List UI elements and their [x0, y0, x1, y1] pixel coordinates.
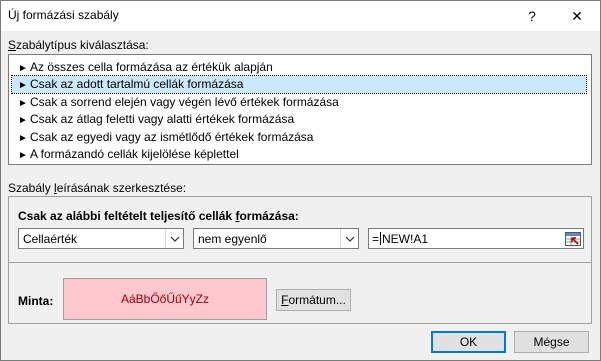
- rule-type-item-label: Az összes cella formázása az értékük ala…: [30, 60, 273, 74]
- rule-type-item-cells-containing[interactable]: ► Csak az adott tartalmú cellák formázása: [11, 75, 587, 94]
- chevron-down-icon[interactable]: [165, 229, 183, 248]
- rule-type-item-top-bottom[interactable]: ► Csak a sorrend elején vagy végén lévő é…: [12, 94, 586, 111]
- arrow-right-icon: ►: [18, 133, 28, 144]
- rule-type-item-all-cells[interactable]: ► Az összes cella formázása az értékük al…: [12, 59, 586, 76]
- text-caret: [380, 232, 382, 245]
- rule-type-label-text: zabálytípus kiválasztása:: [16, 38, 149, 52]
- close-icon: ✕: [571, 7, 583, 24]
- arrow-right-icon: ►: [18, 63, 28, 74]
- condition-heading: Csak az alábbi feltételt teljesítő cellá…: [18, 209, 299, 223]
- format-preview: AáBbŐőŰűYyZz: [63, 278, 267, 320]
- condition-heading-text: Csak az alábbi feltételt teljesítő cellá…: [18, 209, 236, 223]
- rule-type-label: Szabálytípus kiválasztása:: [8, 38, 149, 52]
- close-button[interactable]: ✕: [554, 1, 600, 31]
- rule-type-item-label: Csak az átlag feletti vagy alatti értéke…: [30, 112, 295, 126]
- range-select-icon[interactable]: [563, 230, 582, 247]
- arrow-right-icon: ►: [18, 150, 28, 161]
- formula-value-start: =: [372, 232, 380, 246]
- rule-type-item-label: Csak az adott tartalmú cellák formázása: [30, 77, 244, 91]
- cancel-button-label: Mégse: [533, 335, 570, 349]
- rule-description-label-text: Szabály: [8, 181, 55, 195]
- cancel-button[interactable]: Mégse: [514, 331, 589, 353]
- rule-type-label-accel: S: [8, 38, 17, 52]
- rule-type-item-label: Csak az egyedi vagy az ismétlődő értékek…: [30, 130, 314, 144]
- help-icon: ?: [528, 8, 536, 24]
- new-formatting-rule-dialog: Új formázási szabály ? ✕ Szabálytípus ki…: [0, 0, 601, 361]
- rule-type-item-label: Csak a sorrend elején vagy végén lévő ér…: [30, 95, 339, 109]
- formula-input[interactable]: = NEW!A1: [368, 228, 584, 249]
- rule-type-item-unique-duplicate[interactable]: ► Csak az egyedi vagy az ismétlődő értéke…: [12, 129, 586, 146]
- rule-type-item-use-formula[interactable]: ► A formázandó cellák kijelölése képlette…: [12, 146, 586, 163]
- title-bar: Új formázási szabály ? ✕: [1, 1, 600, 31]
- window-title: Új formázási szabály: [8, 8, 119, 22]
- help-button[interactable]: ?: [509, 1, 555, 31]
- formula-value-rest: NEW!A1: [382, 232, 429, 246]
- panel-divider: [9, 262, 591, 263]
- chevron-down-icon[interactable]: [340, 229, 358, 248]
- rule-description-label-rest: eírásának szerkesztése:: [56, 181, 187, 195]
- format-button-label: ormátum...: [288, 293, 346, 307]
- format-button[interactable]: Formátum...: [276, 289, 351, 311]
- rule-description-label: Szabály leírásának szerkesztése:: [8, 181, 186, 195]
- arrow-right-icon: ►: [18, 115, 28, 126]
- condition-field-dropdown[interactable]: Cellaérték: [18, 228, 184, 249]
- formula-value: = NEW!A1: [372, 232, 428, 246]
- arrow-right-icon: ►: [18, 98, 28, 109]
- format-button-accel: F: [281, 293, 289, 307]
- arrow-right-icon: ►: [18, 80, 28, 91]
- condition-heading-rest: ormázása:: [239, 209, 299, 223]
- condition-field-value: Cellaérték: [23, 232, 78, 246]
- rule-type-list[interactable]: ► Az összes cella formázása az értékük al…: [8, 54, 592, 165]
- ok-button-label: OK: [459, 335, 478, 349]
- preview-label: Minta:: [18, 294, 54, 308]
- rule-type-item-above-below-average[interactable]: ► Csak az átlag feletti vagy alatti érték…: [12, 111, 586, 128]
- operator-dropdown[interactable]: nem egyenlő: [193, 228, 359, 249]
- preview-sample-text: AáBbŐőŰűYyZz: [120, 292, 210, 306]
- rule-type-item-label: A formázandó cellák kijelölése képlettel: [30, 147, 239, 161]
- ok-button[interactable]: OK: [431, 331, 506, 353]
- rule-description-panel: Csak az alábbi feltételt teljesítő cellá…: [8, 196, 592, 324]
- operator-value: nem egyenlő: [198, 232, 267, 246]
